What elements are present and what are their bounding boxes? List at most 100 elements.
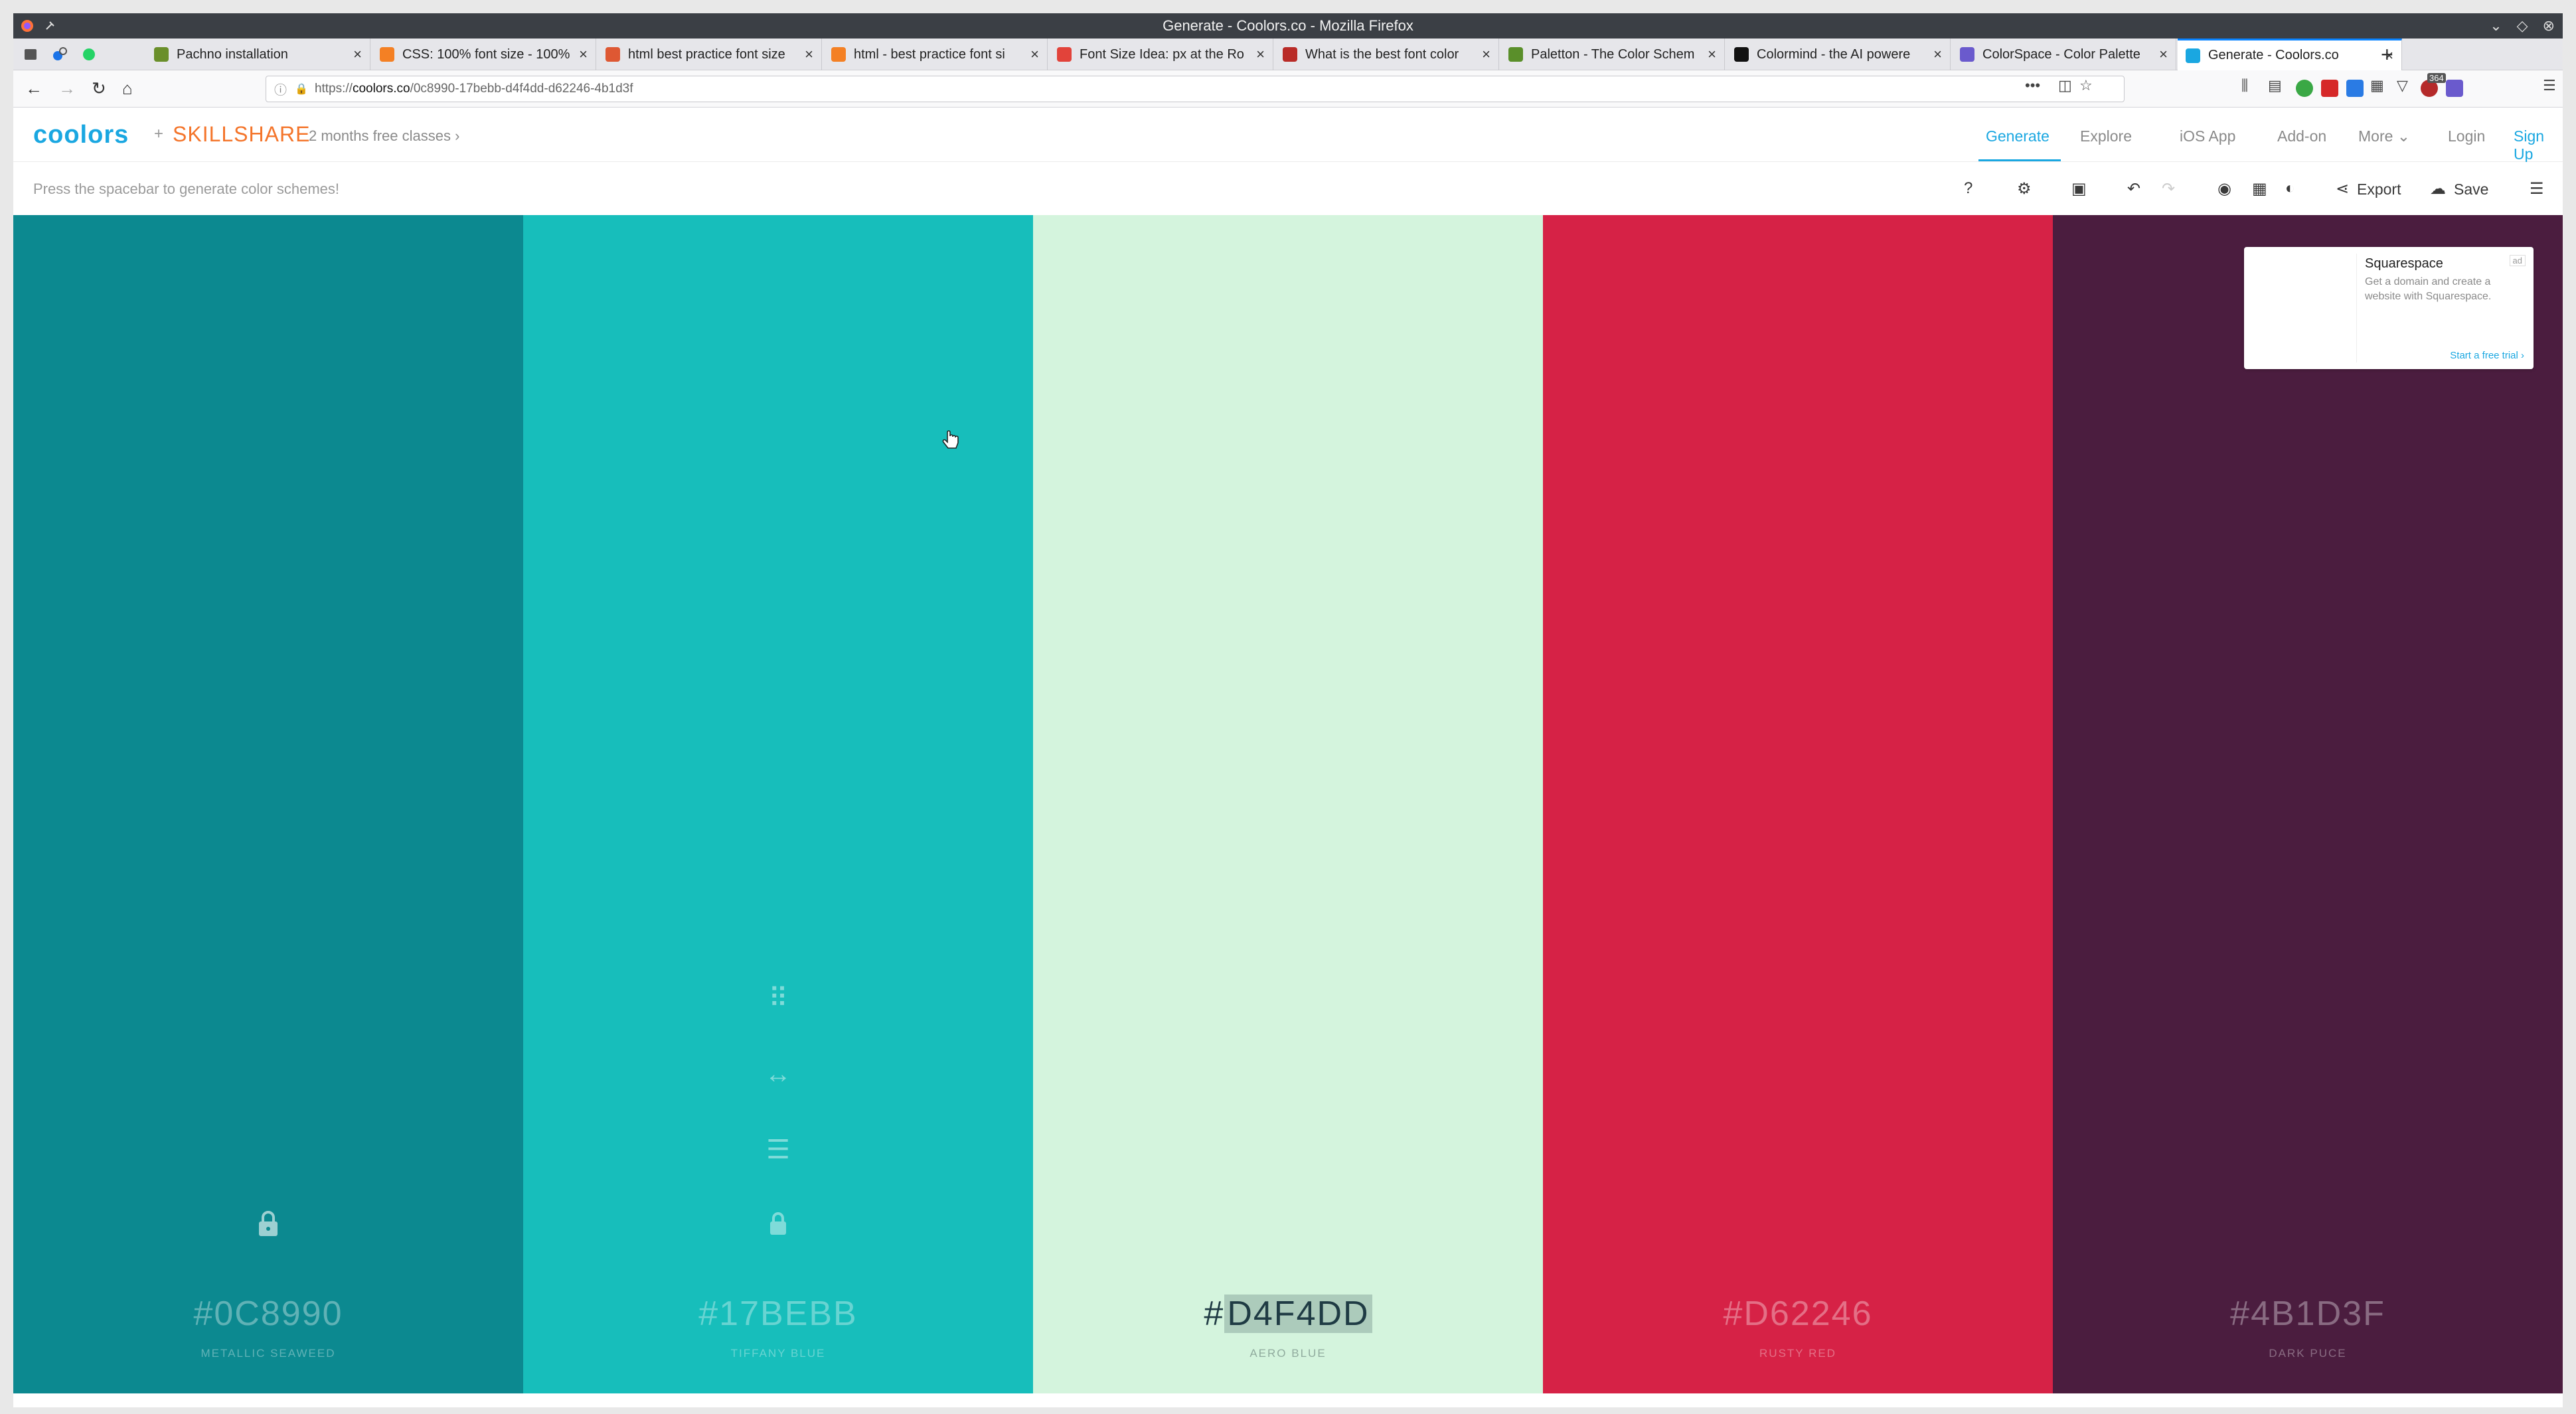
tab-close-icon[interactable]: × <box>1708 46 1716 63</box>
hex-code[interactable]: #4B1D3F <box>2053 1294 2563 1334</box>
browser-tab[interactable]: Paletton - The Color Schem × <box>1500 39 1725 70</box>
browser-tab[interactable]: Colormind - the AI powere × <box>1726 39 1951 70</box>
browser-tab[interactable]: ColorSpace - Color Palette × <box>1952 39 2176 70</box>
hex-code[interactable]: #D62246 <box>1543 1294 2053 1334</box>
hex-code[interactable]: #0C8990 <box>13 1294 523 1334</box>
coolors-logo[interactable]: coolors <box>33 121 129 149</box>
minimize-icon[interactable]: ⌄ <box>2490 17 2502 35</box>
tab-close-icon[interactable]: × <box>1256 46 1265 63</box>
extension-blue-icon[interactable] <box>2346 80 2364 97</box>
shades-grid-icon[interactable]: ⠿ <box>768 985 787 1012</box>
squarespace-ad[interactable]: Squarespace ad Get a domain and create a… <box>2244 247 2534 369</box>
bookmark-star-icon[interactable]: ☆ <box>2079 77 2093 94</box>
tab-close-icon[interactable]: × <box>1482 46 1490 63</box>
close-window-icon[interactable]: ⊗ <box>2543 17 2555 35</box>
color-palette: #0C8990 METALLIC SEAWEED ⠿ ↔ ☰ #17BEBB T… <box>13 215 2563 1393</box>
pinned-tab-1[interactable] <box>19 44 42 65</box>
tab-favicon-icon <box>605 47 620 62</box>
lock-icon[interactable] <box>13 1211 523 1241</box>
url-bar[interactable]: ⓘ 🔒 https://coolors.co/0c8990-17bebb-d4f… <box>266 76 2125 102</box>
whatsapp-icon <box>83 48 95 60</box>
sidebar-icon[interactable]: ▤ <box>2268 77 2282 94</box>
browser-tab[interactable]: Generate - Coolors.co × <box>2178 39 2402 70</box>
extension-red-icon[interactable] <box>2321 80 2338 97</box>
hamburger-menu-icon[interactable]: ☰ <box>2543 77 2556 94</box>
browser-tab[interactable]: Pachno installation × <box>146 39 370 70</box>
maximize-icon[interactable]: ◇ <box>2517 17 2528 35</box>
vue-devtools-icon[interactable]: ▽ <box>2397 77 2408 94</box>
tab-label: CSS: 100% font size - 100% <box>402 46 570 62</box>
tab-close-icon[interactable]: × <box>805 46 813 63</box>
drag-arrows-icon[interactable]: ↔ <box>765 1061 791 1087</box>
hex-code[interactable]: #D4F4DD <box>1033 1294 1543 1334</box>
nav-explore[interactable]: Explore <box>2080 127 2132 145</box>
browser-tab[interactable]: Font Size Idea: px at the Ro × <box>1049 39 1273 70</box>
pinned-tab-whatsapp[interactable] <box>77 44 101 65</box>
pocket-icon[interactable]: ◫ <box>2058 77 2072 94</box>
redo-icon[interactable]: ↷ <box>2162 179 2175 198</box>
color-swatch-3[interactable]: #D4F4DD AERO BLUE <box>1033 215 1543 1393</box>
nav-login[interactable]: Login <box>2448 127 2485 145</box>
cloud-save-icon[interactable]: ☁ <box>2430 179 2446 198</box>
tab-favicon-icon <box>380 47 394 62</box>
forward-button[interactable]: → <box>58 78 76 99</box>
color-swatch-2[interactable]: ⠿ ↔ ☰ #17BEBB TIFFANY BLUE <box>523 215 1033 1393</box>
color-blindness-icon[interactable]: ◐ <box>2285 179 2295 198</box>
browser-tab[interactable]: CSS: 100% font size - 100% × <box>372 39 596 70</box>
home-button[interactable]: ⌂ <box>122 78 133 99</box>
help-icon[interactable]: ? <box>1964 179 1972 198</box>
share-icon[interactable]: ⋖ <box>2336 179 2349 198</box>
lock-icon[interactable] <box>768 1212 788 1241</box>
adjust-sliders-icon[interactable]: ☰ <box>766 1137 790 1163</box>
camera-icon[interactable]: ▣ <box>2071 179 2087 198</box>
tab-close-icon[interactable]: × <box>2159 46 2168 63</box>
apps-grid-icon[interactable]: ▦ <box>2370 77 2384 94</box>
nav-ios-app[interactable]: iOS App <box>2180 127 2235 145</box>
nav-generate[interactable]: Generate <box>1986 127 2050 145</box>
hex-code[interactable]: #17BEBB <box>523 1294 1033 1334</box>
tab-label: Font Size Idea: px at the Ro <box>1080 46 1244 62</box>
window-titlebar: Generate - Coolors.co - Mozilla Firefox … <box>13 13 2563 39</box>
tab-close-icon[interactable]: × <box>1933 46 1942 63</box>
url-path: /0c8990-17bebb-d4f4dd-d62246-4b1d3f <box>410 82 633 96</box>
nav-signup[interactable]: Sign Up <box>2514 127 2563 163</box>
tab-favicon-icon <box>2186 48 2200 63</box>
grid-view-icon[interactable]: ▦ <box>2252 179 2267 198</box>
save-button[interactable]: Save <box>2454 181 2488 198</box>
browser-tab[interactable]: html best practice font size × <box>598 39 822 70</box>
lock-icon-svg <box>770 1212 786 1235</box>
tab-close-icon[interactable]: × <box>579 46 588 63</box>
browser-tab[interactable]: What is the best font color × <box>1275 39 1499 70</box>
reload-button[interactable]: ↻ <box>92 78 106 99</box>
tab-label: ColorSpace - Color Palette <box>1982 46 2140 62</box>
nav-more[interactable]: More ⌄ <box>2358 127 2410 145</box>
new-tab-button[interactable]: + <box>2381 42 2393 67</box>
hex-selected-text[interactable]: D4F4DD <box>1224 1295 1372 1333</box>
ad-description: Get a domain and create a website with S… <box>2365 276 2492 302</box>
pinned-tab-2[interactable] <box>48 44 72 65</box>
tab-close-icon[interactable]: × <box>353 46 362 63</box>
undo-icon[interactable]: ↶ <box>2127 179 2140 198</box>
nav-addon[interactable]: Add-on <box>2277 127 2326 145</box>
browser-window: Generate - Coolors.co - Mozilla Firefox … <box>13 13 2563 1407</box>
skillshare-logo[interactable]: SKILLSHARE <box>173 122 310 147</box>
export-button[interactable]: Export <box>2357 181 2401 198</box>
settings-gear-icon[interactable]: ⚙ <box>2017 179 2032 198</box>
promo-link[interactable]: 2 months free classes › <box>309 127 459 145</box>
library-icon[interactable]: ⫼ <box>2241 77 2248 94</box>
extension-green-icon[interactable] <box>2296 80 2313 97</box>
color-swatch-4[interactable]: #D62246 RUSTY RED <box>1543 215 2053 1393</box>
page-actions-button[interactable]: ••• <box>2025 77 2040 94</box>
info-icon[interactable]: ⓘ <box>274 80 287 98</box>
tab-close-icon[interactable]: × <box>1030 46 1039 63</box>
ad-cta-link[interactable]: Start a free trial › <box>2450 350 2524 361</box>
color-swatch-5[interactable]: #4B1D3F DARK PUCE <box>2053 215 2563 1393</box>
color-swatch-1[interactable]: #0C8990 METALLIC SEAWEED <box>13 215 523 1393</box>
navigation-bar: ← → ↻ ⌂ ⓘ 🔒 https://coolors.co/0c8990-17… <box>13 70 2563 108</box>
extension-purple-icon[interactable] <box>2446 80 2463 97</box>
browser-tab[interactable]: html - best practice font si × <box>823 39 1048 70</box>
tab-favicon-icon <box>1057 47 1072 62</box>
view-eye-icon[interactable]: ◉ <box>2217 179 2231 198</box>
back-button[interactable]: ← <box>25 78 42 99</box>
menu-icon[interactable]: ☰ <box>2530 179 2544 198</box>
